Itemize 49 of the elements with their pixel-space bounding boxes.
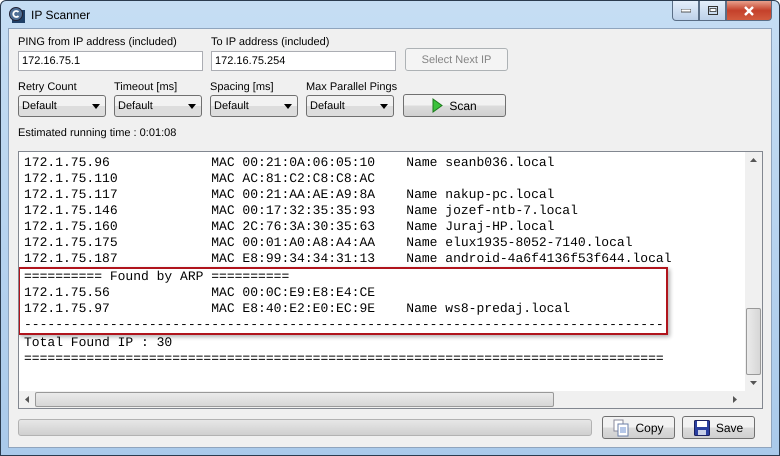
log-line: 172.1.75.56 MAC 00:0C:E9:E8:E4:CE bbox=[24, 285, 376, 301]
caret-icon bbox=[92, 104, 100, 108]
maximize-icon bbox=[708, 6, 718, 15]
down-arrow-icon bbox=[750, 381, 757, 385]
minimize-button[interactable] bbox=[672, 1, 699, 21]
caret-icon bbox=[188, 104, 196, 108]
up-arrow-icon bbox=[750, 158, 757, 162]
log-line: ========== Found by ARP ========== bbox=[24, 269, 290, 285]
field-label: PING from IP address (included) bbox=[18, 36, 178, 48]
log-line: Total Found IP : 30 bbox=[24, 335, 172, 351]
play-icon bbox=[432, 98, 444, 113]
close-icon bbox=[743, 6, 755, 16]
scan-button[interactable]: Scan bbox=[403, 94, 506, 117]
from-ip-field[interactable]: 172.16.75.1 bbox=[18, 51, 203, 71]
dropdown[interactable]: Default bbox=[306, 95, 394, 117]
scroll-thumb[interactable] bbox=[35, 392, 554, 407]
minimize-icon bbox=[680, 8, 690, 12]
log-line: 172.1.75.187 MAC E8:99:34:34:31:13 Name android-4a6f4136f53f644.local bbox=[24, 251, 672, 267]
window-title: IP Scanner bbox=[31, 8, 90, 22]
log-line: 172.1.75.175 MAC 00:01:A0:A8:A4:AA Name elux1935-8052-7140.local bbox=[24, 235, 632, 251]
field-label: To IP address (included) bbox=[211, 36, 330, 48]
estimated-time-text: Estimated running time : 0:01:08 bbox=[18, 127, 178, 141]
close-button[interactable] bbox=[726, 1, 772, 21]
log-line: ---------------------------------------------------------------------------------- bbox=[24, 317, 664, 333]
caret-icon bbox=[284, 104, 292, 108]
log-line: 172.1.75.96 MAC 00:21:0A:06:05:10 Name seanb036.local bbox=[24, 155, 554, 171]
dropdown-label: Spacing [ms] bbox=[210, 81, 275, 93]
log-line: 172.1.75.110 MAC AC:81:C2:C8:C8:AC bbox=[24, 171, 376, 187]
copy-button[interactable]: Copy bbox=[602, 416, 675, 439]
log-line: 172.1.75.160 MAC 2C:76:3A:30:35:63 Name Juraj-HP.local bbox=[24, 219, 554, 235]
log-line: 172.1.75.97 MAC E8:40:E2:E0:EC:9E Name ws8-predaj.local bbox=[24, 301, 570, 317]
dropdown-label: Timeout [ms] bbox=[114, 81, 178, 93]
right-arrow-icon bbox=[733, 396, 737, 403]
log-line: 172.1.75.146 MAC 00:17:32:35:35:93 Name jozef-ntb-7.local bbox=[24, 203, 578, 219]
to-ip-field[interactable]: 172.16.75.254 bbox=[211, 51, 396, 71]
log-line: 172.1.75.117 MAC 00:21:AA:AE:A9:8A Name nakup-pc.local bbox=[24, 187, 554, 203]
documents-icon bbox=[613, 418, 630, 436]
dropdown[interactable]: Default bbox=[210, 95, 298, 117]
vertical-scrollbar[interactable] bbox=[745, 152, 762, 391]
log-line: ================================================================================== bbox=[24, 351, 664, 367]
dropdown[interactable]: Default bbox=[18, 95, 106, 117]
dropdown[interactable]: Default bbox=[114, 95, 202, 117]
left-arrow-icon bbox=[25, 396, 29, 403]
dropdown-label: Retry Count bbox=[18, 81, 78, 93]
maximize-button[interactable] bbox=[699, 1, 726, 21]
save-button[interactable]: Save bbox=[682, 416, 755, 439]
scroll-thumb[interactable] bbox=[746, 308, 761, 375]
app-icon bbox=[9, 6, 25, 22]
caret-icon bbox=[380, 104, 388, 108]
